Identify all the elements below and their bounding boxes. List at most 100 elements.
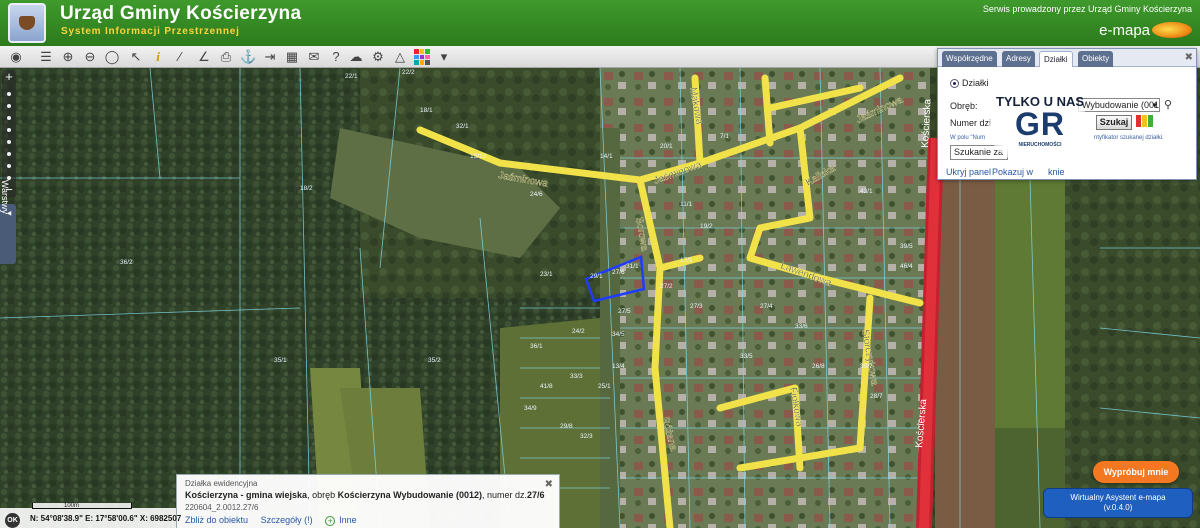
info-icon[interactable]: i (150, 49, 166, 65)
select-arrow-icon[interactable]: ↖ (128, 49, 144, 65)
parcel-number-label: 31/1 (626, 263, 639, 270)
print-icon[interactable]: ⎙ (218, 49, 234, 65)
layers-toggle-icon[interactable]: ◉ (8, 49, 24, 65)
close-icon[interactable]: ✖ (1185, 52, 1193, 63)
zoom-step[interactable] (7, 104, 11, 108)
parcel-number-label: 13/4 (612, 363, 625, 370)
tab-adresy[interactable]: Adresy (1002, 51, 1035, 67)
info-obreb-word: , obręb (307, 490, 338, 500)
parcel-number-label: 27/4 (760, 303, 773, 310)
service-note: Serwis prowadzony przez Urząd Gminy Kośc… (982, 4, 1192, 14)
info-obreb: Kościerzyna Wybudowanie (0012) (337, 490, 482, 500)
parcel-number-label: 13/12 (470, 153, 487, 160)
status-indicator-red (1136, 115, 1141, 127)
parcel-number-label: 41/8 (540, 383, 553, 390)
parcel-number-label: 33/6 (795, 323, 808, 330)
parcel-number-label: 22/1 (345, 73, 358, 80)
close-icon[interactable]: ✖ (545, 479, 553, 490)
layers-tab-label: Warstwy ▸ (0, 179, 13, 218)
zoom-step[interactable] (7, 92, 11, 96)
parcel-number-label: 17/1 (680, 257, 693, 264)
zoom-step[interactable] (7, 140, 11, 144)
virtual-assistant-button[interactable]: Wirtualny Asystent e-mapa (v.0.4.0) (1043, 488, 1193, 518)
assistant-line-2: (v.0.4.0) (1103, 503, 1133, 512)
zoom-step[interactable] (7, 152, 11, 156)
parcel-number-label: 29/1 (590, 273, 603, 280)
page-title: Urząd Gminy Kościerzyna (60, 3, 302, 24)
search-icon[interactable]: ⚲ (1164, 98, 1172, 111)
parcel-number-label: 29/8 (560, 423, 573, 430)
page-subtitle: System Informacji Przestrzennej (61, 26, 240, 37)
hide-panel-link[interactable]: Ukryj panel (946, 167, 991, 177)
more-tools-icon[interactable]: ▾ (436, 49, 452, 65)
warning-icon[interactable]: △ (392, 49, 408, 65)
zoom-in-icon[interactable]: ⊕ (60, 49, 76, 65)
info-gmina: Kościerzyna - gmina wiejska (185, 490, 308, 500)
zoom-out-icon[interactable]: ⊖ (82, 49, 98, 65)
numer-label: Numer dzi (950, 118, 992, 128)
parcel-number-label: 36/1 (530, 343, 543, 350)
parcel-number-label: 34/5 (612, 331, 625, 338)
parcel-number-label: 32/3 (580, 433, 593, 440)
anchor-icon[interactable]: ⚓ (240, 49, 256, 65)
parcel-number-label: 30/7 (860, 363, 873, 370)
emapa-logo-icon (1152, 22, 1192, 38)
parcel-number-label: 39/5 (900, 243, 913, 250)
parcel-code: 220604_2.0012.27/6 (185, 503, 259, 512)
zoom-step[interactable] (7, 164, 11, 168)
status-indicator-yellow (1142, 115, 1147, 127)
tab-wspolrzedne[interactable]: Współrzędne (942, 51, 997, 67)
scale-label: 100m (64, 503, 80, 509)
zoom-to-object-link[interactable]: Zbliż do obiektu (185, 515, 248, 525)
info-heading: Działka ewidencyjna (185, 479, 258, 488)
details-link[interactable]: Szczegóły (!) (261, 515, 313, 525)
search-button[interactable]: Szukaj (1096, 115, 1132, 130)
layers-panel-tab[interactable]: Warstwy ▸ (0, 179, 16, 264)
parcel-number-label: 27/6 (612, 269, 625, 276)
window-link[interactable]: knie (1048, 167, 1065, 177)
cloud-icon[interactable]: ☁ (348, 49, 364, 65)
info-numer: 27/6 (527, 490, 545, 500)
help-icon[interactable]: ? (328, 49, 344, 65)
parcel-number-label: 33/5 (740, 353, 753, 360)
tab-dzialki[interactable]: Działki (1039, 51, 1073, 67)
other-link[interactable]: + Inne (325, 515, 367, 526)
comment-icon[interactable]: ✉ (306, 49, 322, 65)
status-indicator-green (1148, 115, 1153, 127)
try-me-button[interactable]: Wypróbuj mnie (1093, 461, 1179, 483)
layers-icon[interactable]: ☰ (38, 49, 54, 65)
ok-button[interactable]: OK (5, 513, 20, 528)
parcel-number-label: 33/3 (570, 373, 583, 380)
parcel-number-label: 23/1 (540, 271, 553, 278)
advert-logo-text: GR (1015, 106, 1065, 142)
tab-obiekty[interactable]: Obiekty (1078, 51, 1114, 67)
zoom-extent-icon[interactable]: ◯ (104, 49, 120, 65)
export-icon[interactable]: ⇥ (262, 49, 278, 65)
zoom-step[interactable] (7, 128, 11, 132)
header-bar: Urząd Gminy Kościerzyna System Informacj… (0, 0, 1200, 46)
parcel-number-label: 24/2 (572, 328, 585, 335)
show-in-link[interactable]: Pokazuj w (992, 167, 1033, 177)
zoom-step[interactable] (7, 116, 11, 120)
scale-bar (32, 503, 132, 509)
zoom-slider[interactable]: + − (2, 70, 16, 198)
parcel-number-label: 18/2 (300, 185, 313, 192)
parcel-number-label: 27/2 (660, 283, 673, 290)
settings-icon[interactable]: ⚙ (370, 49, 386, 65)
dzialki-radio[interactable] (950, 79, 959, 88)
parcel-number-label: 14/1 (600, 153, 613, 160)
parcel-info-popup: Działka ewidencyjna ✖ Kościerzyna - gmin… (176, 474, 560, 528)
layout-icon[interactable]: ▦ (284, 49, 300, 65)
obreb-label: Obręb: (950, 101, 978, 111)
colors-icon[interactable] (414, 49, 430, 65)
info-numer-word: , numer dz. (481, 490, 528, 500)
parcel-number-label: 19/2 (700, 223, 713, 230)
measure-area-icon[interactable]: ∠ (196, 49, 212, 65)
measure-distance-icon[interactable]: ∕ (172, 49, 188, 65)
emapa-brand: e-mapa (1099, 22, 1150, 39)
parcel-number-label: 32/1 (456, 123, 469, 130)
zoom-in-button[interactable]: + (2, 70, 16, 84)
dzialki-radio-label: Działki (962, 78, 989, 88)
info-links: Zbliż do obiektu Szczegóły (!) + Inne (185, 515, 377, 526)
advert-gr-nieruchomosci[interactable]: TYLKO U NAS GR NIERUCHOMOŚCI (989, 92, 1091, 166)
